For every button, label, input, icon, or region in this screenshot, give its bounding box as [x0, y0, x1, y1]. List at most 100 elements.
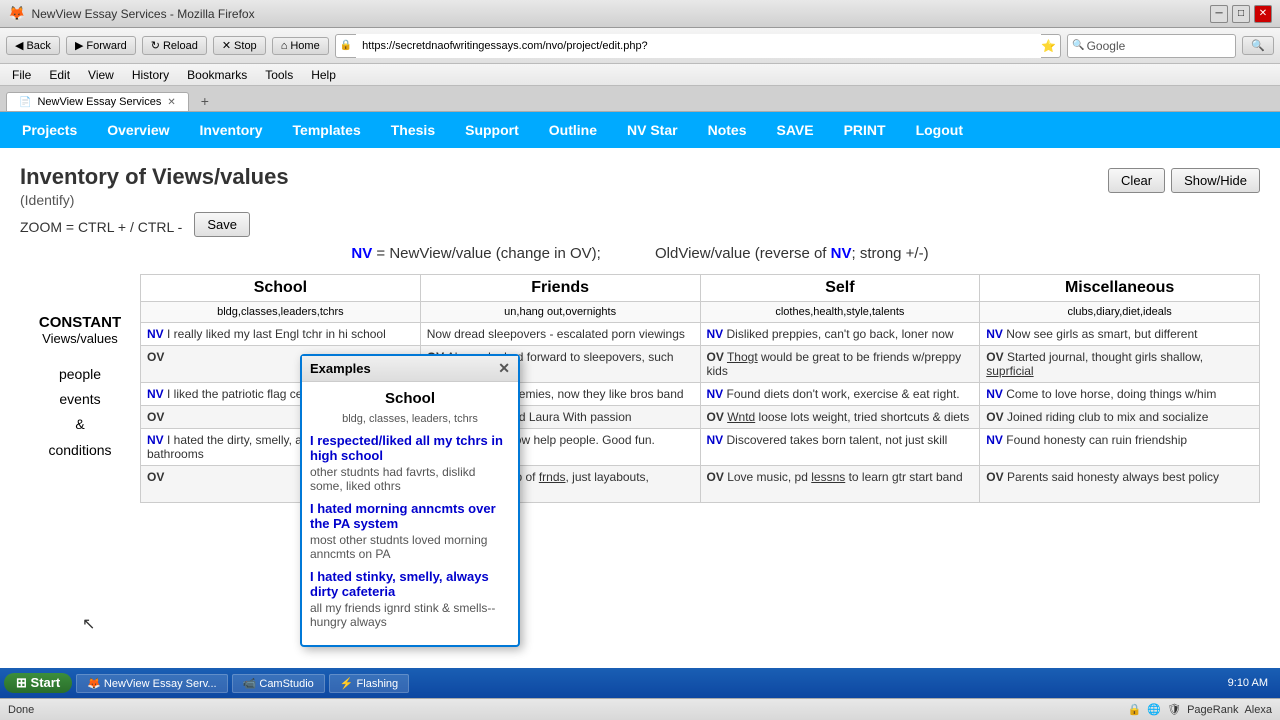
taskbar-time: 9:10 AM: [1228, 677, 1276, 689]
nv-equation: NV = NewView/value (change in OV); OldVi…: [20, 245, 1260, 262]
nav-projects[interactable]: Projects: [8, 116, 91, 144]
main-table-area: CONSTANT Views/values peopleevents&condi…: [20, 274, 1260, 503]
forward-button[interactable]: ▶ Forward: [66, 36, 136, 55]
page-subtitle: (Identify): [20, 192, 1260, 208]
status-bar: Done 🔒 🌐 🛡 PageRank Alexa: [0, 698, 1280, 720]
nav-inventory[interactable]: Inventory: [186, 116, 277, 144]
status-icons: 🔒 🌐 🛡 PageRank Alexa: [1128, 703, 1272, 716]
shield-icon: 🛡: [1167, 703, 1181, 716]
nav-notes[interactable]: Notes: [694, 116, 761, 144]
menu-bar: File Edit View History Bookmarks Tools H…: [0, 64, 1280, 86]
back-button[interactable]: ◀ Back: [6, 36, 60, 55]
nav-support[interactable]: Support: [451, 116, 533, 144]
constant-label: CONSTANT: [20, 314, 140, 331]
menu-file[interactable]: File: [4, 66, 39, 84]
popup-close-icon[interactable]: ✕: [498, 360, 510, 377]
pec-label: peopleevents&conditions: [20, 362, 140, 463]
taskbar-item-camstudio[interactable]: 📹 CamStudio: [232, 674, 325, 693]
new-tab-button[interactable]: +: [193, 91, 217, 111]
zoom-info: ZOOM = CTRL + / CTRL -: [20, 219, 182, 235]
reload-button[interactable]: ↻ Reload: [142, 36, 207, 55]
col-header-school: School: [141, 275, 421, 302]
menu-bookmarks[interactable]: Bookmarks: [179, 66, 255, 84]
alexa-label: Alexa: [1244, 704, 1272, 716]
start-button[interactable]: ⊞ Start: [4, 673, 72, 693]
cell-misc-3-nv: NV Found honesty can ruin friendship: [980, 429, 1260, 466]
cell-misc-1-nv: NV Now see girls as smart, but different: [980, 323, 1260, 346]
taskbar-item-browser[interactable]: 🦊 NewView Essay Serv...: [76, 674, 227, 693]
cell-misc-3-ov: OV Parents said honesty always best poli…: [980, 466, 1260, 503]
window-title: NewView Essay Services - Mozilla Firefox: [31, 7, 1210, 21]
menu-help[interactable]: Help: [303, 66, 344, 84]
cell-friends-1-nv: Now dread sleepovers - escalated porn vi…: [420, 323, 700, 346]
nav-overview[interactable]: Overview: [93, 116, 183, 144]
menu-edit[interactable]: Edit: [41, 66, 78, 84]
popup-header: Examples ✕: [302, 356, 518, 382]
close-button[interactable]: ✕: [1254, 5, 1272, 23]
nav-templates[interactable]: Templates: [279, 116, 375, 144]
tab-label: NewView Essay Services: [37, 96, 161, 108]
browser-icon: 🦊: [8, 5, 25, 22]
tab-bar: 📄 NewView Essay Services ✕ +: [0, 86, 1280, 112]
popup-title: Examples: [310, 361, 371, 376]
nav-thesis[interactable]: Thesis: [377, 116, 449, 144]
flash-icon: ⚡: [340, 678, 354, 690]
col-header-friends: Friends: [420, 275, 700, 302]
windows-icon: ⊞: [16, 675, 27, 690]
subheader-self: clothes,health,style,talents: [700, 302, 980, 323]
cell-self-3-ov: OV Love music, pd lessns to learn gtr st…: [700, 466, 980, 503]
cell-self-3-nv: NV Discovered takes born talent, not jus…: [700, 429, 980, 466]
cell-misc-2-nv: NV Come to love horse, doing things w/hi…: [980, 383, 1260, 406]
globe-icon: 🌐: [1147, 703, 1161, 716]
popup-entry-1-ov: other studnts had favrts, dislikd some, …: [310, 465, 510, 493]
clear-button[interactable]: Clear: [1108, 168, 1165, 193]
popup-entry-1-nv: I respected/liked all my tchrs in high s…: [310, 433, 510, 463]
menu-view[interactable]: View: [80, 66, 122, 84]
browser-tab[interactable]: 📄 NewView Essay Services ✕: [6, 92, 189, 111]
home-button[interactable]: ⌂ Home: [272, 37, 329, 55]
subheader-school: bldg,classes,leaders,tchrs: [141, 302, 421, 323]
popup-entry-3-nv: I hated stinky, smelly, always dirty caf…: [310, 569, 510, 599]
nav-menu: Projects Overview Inventory Templates Th…: [0, 112, 1280, 148]
nav-outline[interactable]: Outline: [535, 116, 611, 144]
maximize-button[interactable]: □: [1232, 5, 1250, 23]
taskbar-item-flashing[interactable]: ⚡ Flashing: [329, 674, 409, 693]
title-bar: 🦊 NewView Essay Services - Mozilla Firef…: [0, 0, 1280, 28]
showhide-button[interactable]: Show/Hide: [1171, 168, 1260, 193]
left-panel: CONSTANT Views/values peopleevents&condi…: [20, 274, 140, 463]
menu-tools[interactable]: Tools: [257, 66, 301, 84]
start-label: Start: [31, 675, 61, 690]
taskbar: ⊞ Start 🦊 NewView Essay Serv... 📹 CamStu…: [0, 668, 1280, 698]
address-bar[interactable]: [356, 34, 1041, 58]
cell-self-1-nv: NV Disliked preppies, can't go back, lon…: [700, 323, 980, 346]
menu-history[interactable]: History: [124, 66, 177, 84]
tab-close-icon[interactable]: ✕: [167, 97, 175, 108]
window-controls: ─ □ ✕: [1210, 5, 1272, 23]
cell-self-2-nv: NV Found diets don't work, exercise & ea…: [700, 383, 980, 406]
table-row: NV I really liked my last Engl tchr in h…: [141, 323, 1260, 346]
col-header-misc: Miscellaneous: [980, 275, 1260, 302]
stop-button[interactable]: ✕ Stop: [213, 36, 266, 55]
page-content: Clear Show/Hide Inventory of Views/value…: [0, 148, 1280, 698]
browser-toolbar: ◀ Back ▶ Forward ↻ Reload ✕ Stop ⌂ Home …: [0, 28, 1280, 64]
minimize-button[interactable]: ─: [1210, 5, 1228, 23]
popup-entry-2-ov: most other studnts loved morning anncmts…: [310, 533, 510, 561]
cell-self-2-ov: OV Wntd loose lots weight, tried shortcu…: [700, 406, 980, 429]
google-search[interactable]: [1131, 40, 1231, 52]
cell-school-1-nv: NV I really liked my last Engl tchr in h…: [141, 323, 421, 346]
cell-self-1-ov: OV Thogt would be great to be friends w/…: [700, 346, 980, 383]
pagerank-label: PageRank: [1187, 704, 1238, 716]
save-button[interactable]: Save: [194, 212, 250, 237]
nav-nvstar[interactable]: NV Star: [613, 116, 692, 144]
firefox-icon: 🦊: [87, 678, 101, 690]
cell-misc-1-ov: OV Started journal, thought girls shallo…: [980, 346, 1260, 383]
col-header-self: Self: [700, 275, 980, 302]
nav-save[interactable]: SAVE: [762, 116, 827, 144]
nav-print[interactable]: PRINT: [830, 116, 900, 144]
subheader-misc: clubs,diary,diet,ideals: [980, 302, 1260, 323]
cursor-arrow: ↖: [82, 614, 95, 634]
search-btn[interactable]: 🔍: [1242, 36, 1274, 55]
nav-logout[interactable]: Logout: [902, 116, 977, 144]
google-label: Google: [1087, 39, 1126, 53]
popup-subheader: bldg, classes, leaders, tchrs: [310, 413, 510, 425]
